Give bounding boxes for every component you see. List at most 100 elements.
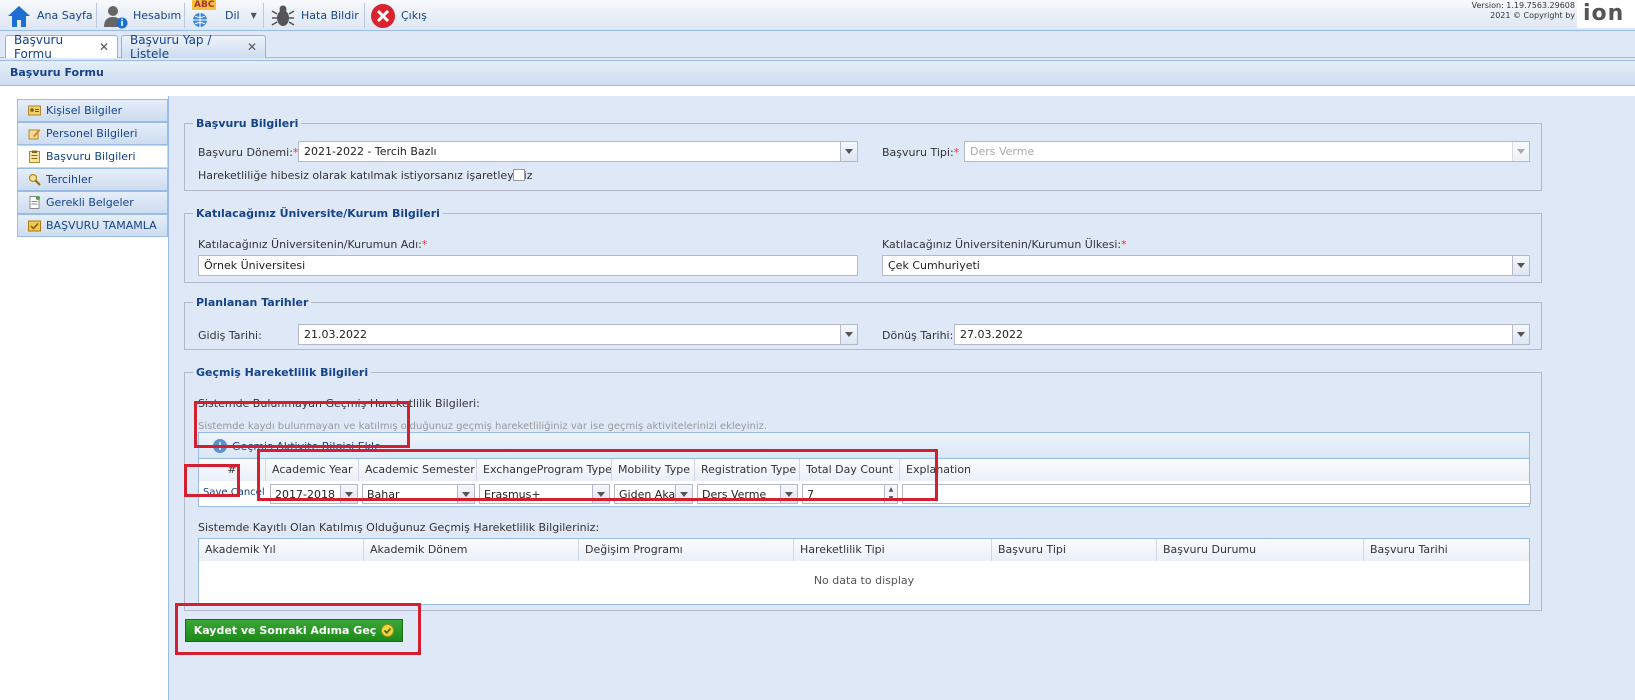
- grid-toolbar: [199, 433, 1529, 459]
- col-basvuru-durumu[interactable]: Başvuru Durumu: [1157, 539, 1364, 561]
- chevron-down-icon[interactable]: [1512, 256, 1529, 275]
- tab-basvuru-yap-listele[interactable]: Başvuru Yap / Listele ✕: [121, 33, 266, 61]
- basvuru-tipi-label: Başvuru Tipi:*: [882, 146, 959, 159]
- required-mark: *: [1121, 238, 1127, 251]
- home-label: Ana Sayfa: [37, 9, 93, 22]
- home-button[interactable]: Ana Sayfa: [6, 0, 93, 31]
- col-registration-type[interactable]: Registration Type: [695, 459, 800, 481]
- nav-item-basvuru-tamamla[interactable]: BAŞVURU TAMAMLA: [17, 214, 168, 237]
- report-bug-button[interactable]: Hata Bildir: [270, 0, 359, 31]
- version-info: Version: 1.19.7563.29608 2021 © Copyrigh…: [1472, 1, 1575, 21]
- hibesiz-checkbox[interactable]: [513, 169, 525, 181]
- save-row-button[interactable]: Save: [203, 487, 228, 498]
- kurum-adi-input[interactable]: Örnek Üniversitesi: [198, 255, 858, 276]
- registration-type-select[interactable]: Ders Verme: [697, 484, 798, 504]
- basvuru-donemi-label: Başvuru Dönemi:*: [198, 146, 298, 159]
- abc-badge: ABC: [192, 0, 217, 10]
- chevron-down-icon[interactable]: [457, 485, 474, 503]
- select-value: 2021-2022 - Tercih Bazlı: [304, 145, 437, 158]
- language-dropdown-icon[interactable]: ▼: [251, 11, 257, 20]
- add-circle-icon: +: [213, 439, 227, 453]
- account-button[interactable]: Hesabım: [102, 0, 181, 31]
- document-icon: [29, 196, 40, 209]
- nav-label: Tercihler: [46, 173, 93, 186]
- total-day-count-input[interactable]: 7 ▲ ▼: [802, 484, 898, 504]
- col-academic-year[interactable]: Academic Year: [266, 459, 359, 481]
- kurum-ulkesi-label: Katılacağınız Üniversitenin/Kurumun Ülke…: [882, 238, 1127, 251]
- select-value: 2017-2018: [275, 488, 335, 501]
- date-value: 27.03.2022: [960, 328, 1023, 341]
- nav-item-personel-bilgileri[interactable]: Personel Bilgileri: [17, 122, 168, 145]
- col-akademik-yil[interactable]: Akademik Yıl: [199, 539, 364, 561]
- cancel-row-button[interactable]: Cancel: [231, 487, 265, 498]
- academic-semester-select[interactable]: Bahar: [362, 484, 475, 504]
- account-label: Hesabım: [133, 9, 182, 22]
- logout-button[interactable]: Çıkış: [370, 0, 427, 31]
- explanation-input[interactable]: [902, 484, 1531, 504]
- nav-label: Personel Bilgileri: [46, 127, 138, 140]
- col-mobility-type[interactable]: Mobility Type: [612, 459, 695, 481]
- home-icon: [8, 5, 30, 27]
- unregistered-title: Sistemde Bulunmayan Geçmiş Hareketlilik …: [198, 397, 480, 410]
- unregistered-hint: Sistemde kaydı bulunmayan ve katılmış ol…: [198, 421, 768, 432]
- chevron-down-icon[interactable]: [1512, 142, 1529, 161]
- nav-item-basvuru-bilgileri[interactable]: Başvuru Bilgileri: [17, 145, 168, 168]
- user-info-icon: [104, 5, 128, 28]
- fieldset-legend: Planlanan Tarihler: [196, 296, 309, 309]
- academic-year-select[interactable]: 2017-2018: [270, 484, 358, 504]
- col-basvuru-tarihi[interactable]: Başvuru Tarihi: [1364, 539, 1529, 561]
- add-past-activity-button[interactable]: + Geçmiş Aktivite Bilgisi Ekle: [213, 439, 381, 453]
- col-degisim-programi[interactable]: Değişim Programı: [579, 539, 794, 561]
- close-circle-icon: [371, 3, 395, 28]
- version-text: Version: 1.19.7563.29608: [1471, 1, 1575, 10]
- gidis-tarihi-date[interactable]: 21.03.2022: [298, 324, 858, 345]
- label-text: Başvuru Tipi:: [882, 146, 954, 159]
- close-icon[interactable]: ✕: [247, 40, 257, 54]
- check-circle-icon: [381, 624, 395, 637]
- chevron-down-icon[interactable]: [780, 485, 797, 503]
- required-mark: *: [953, 146, 960, 159]
- chevron-down-icon[interactable]: [840, 142, 857, 161]
- chevron-down-icon[interactable]: [340, 485, 357, 503]
- exchange-program-select[interactable]: Erasmus+: [479, 484, 610, 504]
- number-value: 7: [807, 488, 814, 501]
- select-value: Ders Verme: [970, 145, 1035, 158]
- col-basvuru-tipi[interactable]: Başvuru Tipi: [992, 539, 1157, 561]
- kurum-adi-label: Katılacağınız Üniversitenin/Kurumun Adı:…: [198, 238, 427, 251]
- nav-item-tercihler[interactable]: Tercihler: [17, 168, 168, 191]
- close-icon[interactable]: ✕: [99, 40, 109, 54]
- nav-item-kisisel-bilgiler[interactable]: Kişisel Bilgiler: [17, 99, 168, 122]
- col-exchange-program[interactable]: ExchangeProgram Type: [477, 459, 612, 481]
- label-text: Başvuru Dönemi:: [198, 146, 293, 159]
- basvuru-donemi-select[interactable]: 2021-2022 - Tercih Bazlı: [298, 141, 858, 162]
- calendar-trigger-icon[interactable]: [840, 325, 857, 344]
- col-hareketlilik-tipi[interactable]: Hareketlilik Tipi: [794, 539, 992, 561]
- editor-row: Save Cancel 2017-2018 Bahar Erasmus+ Gid…: [199, 481, 1531, 506]
- nav-label: Kişisel Bilgiler: [46, 104, 123, 117]
- copyright-text: 2021 © Copyright by: [1490, 11, 1575, 20]
- select-value: Erasmus+: [484, 488, 541, 501]
- past-activity-grid: + Geçmiş Aktivite Bilgisi Ekle # Academi…: [198, 432, 1531, 507]
- save-next-button[interactable]: Kaydet ve Sonraki Adıma Geç: [185, 619, 403, 642]
- col-academic-semester[interactable]: Academic Semester: [359, 459, 477, 481]
- bug-icon: [271, 5, 295, 26]
- date-value: 21.03.2022: [304, 328, 367, 341]
- gidis-tarihi-label: Gidiş Tarihi:: [198, 329, 262, 342]
- nav-item-gerekli-belgeler[interactable]: Gerekli Belgeler: [17, 191, 168, 214]
- kurum-ulkesi-select[interactable]: Çek Cumhuriyeti: [882, 255, 1530, 276]
- col-akademik-donem[interactable]: Akademik Dönem: [364, 539, 579, 561]
- col-explanation[interactable]: Explanation: [900, 459, 1529, 481]
- col-total-day-count[interactable]: Total Day Count: [800, 459, 900, 481]
- chevron-down-icon[interactable]: [675, 485, 692, 503]
- chevron-down-icon[interactable]: [592, 485, 609, 503]
- language-button[interactable]: ABC Dil ▼: [190, 0, 257, 31]
- donus-tarihi-date[interactable]: 27.03.2022: [954, 324, 1530, 345]
- tab-basvuru-formu[interactable]: Başvuru Formu ✕: [5, 33, 118, 61]
- spinner-arrows-icon[interactable]: ▲ ▼: [884, 485, 897, 503]
- basvuru-tipi-select[interactable]: Ders Verme: [964, 141, 1530, 162]
- calendar-trigger-icon[interactable]: [1512, 325, 1529, 344]
- row-actions: Save Cancel: [203, 487, 267, 498]
- mobility-type-select[interactable]: Giden Akademik: [614, 484, 693, 504]
- nav-label: Başvuru Bilgileri: [46, 150, 136, 163]
- donus-tarihi-label: Dönüş Tarihi:: [882, 329, 954, 342]
